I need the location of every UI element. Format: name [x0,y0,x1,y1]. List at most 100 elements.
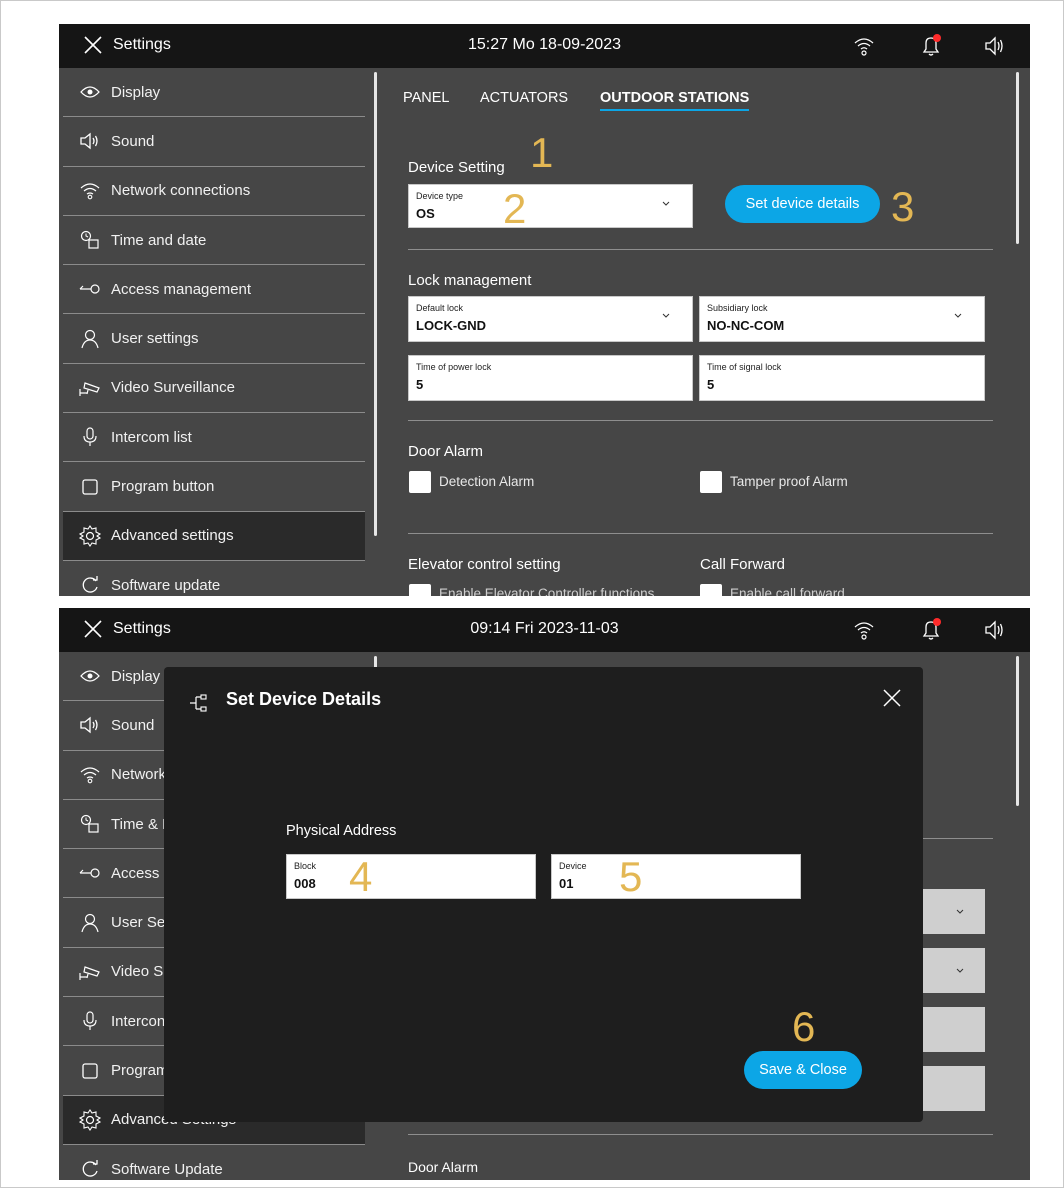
sidebar-item-label: Time and date [111,231,207,249]
wifi-icon[interactable] [853,35,875,57]
content-scrollbar[interactable] [1016,656,1019,806]
device-input[interactable]: Device 01 [551,854,801,899]
field-value: 01 [559,876,574,891]
divider [408,249,993,250]
sidebar-item-software[interactable]: Software Update [63,1145,365,1180]
sidebar-item-label: User Set [111,914,170,932]
speaker-icon [77,131,103,151]
call-forward-title: Call Forward [700,556,786,573]
camera-icon [77,378,103,398]
clock-calendar-icon [77,814,103,834]
power-lock-time-input[interactable]: Time of power lock 5 [408,355,693,401]
background-field [923,1007,985,1052]
key-icon [77,279,103,299]
sidebar-item-software[interactable]: Software update [63,561,365,596]
clock-date: 09:14 Fri 2023-11-03 [470,620,619,637]
tamper-alarm-label: Tamper proof Alarm [730,474,848,489]
content-scrollbar[interactable] [1016,72,1019,244]
top-bar: Settings 09:14 Fri 2023-11-03 [59,608,1030,652]
elevator-title: Elevator control setting [408,556,561,573]
wifi-icon [77,181,103,201]
save-and-close-button[interactable]: Save & Close [744,1051,862,1089]
door-alarm-title: Door Alarm [408,443,484,460]
refresh-icon [77,1159,103,1179]
sidebar-item-network[interactable]: Network connections [63,167,365,216]
divider [408,533,993,534]
sidebar-item-label: Software Update [111,1160,223,1178]
field-label: Time of signal lock [707,362,782,372]
lock-management-title: Lock management [408,272,532,289]
dialog-title: Set Device Details [226,689,382,709]
elevator-checkbox[interactable] [409,584,431,596]
call-forward-enable-label: Enable call forward [730,586,845,596]
close-icon[interactable] [883,689,901,707]
speaker-icon [77,715,103,735]
sidebar-item-label: Network connections [111,182,251,200]
sidebar-item-label: Display [111,83,161,101]
user-icon [77,329,103,349]
callout-1: 1 [530,129,554,176]
callout-2: 2 [503,185,527,232]
sidebar-item-label: Program button [111,478,215,496]
tab-actuators[interactable]: ACTUATORS [480,90,568,106]
signal-lock-time-input[interactable]: Time of signal lock 5 [699,355,985,401]
tab-panel[interactable]: PANEL [403,90,449,106]
elevator-enable-label: Enable Elevator Controller functions [439,586,655,596]
sidebar-item-user[interactable]: User settings [63,314,365,364]
bell-icon[interactable] [919,34,943,58]
sidebar-scrollbar[interactable] [374,72,377,536]
chevron-down-icon [954,313,962,318]
field-label: Block [294,861,317,871]
device-setting-title: Device Setting [408,159,505,176]
sidebar-item-program[interactable]: Program button [63,462,365,512]
detection-alarm-label: Detection Alarm [439,474,535,489]
microphone-icon [77,427,103,447]
background-field [923,889,985,934]
sidebar-item-sound[interactable]: Sound [63,117,365,167]
chevron-down-icon [956,968,964,973]
sidebar-item-time-date[interactable]: Time and date [63,216,365,266]
sidebar-item-access[interactable]: Access management [63,265,365,315]
sidebar-item-display[interactable]: Display [63,68,365,118]
field-label: Time of power lock [416,362,492,372]
set-device-details-button[interactable]: Set device details [725,185,880,223]
sidebar-item-label: Access management [111,280,252,298]
chevron-down-icon [662,201,670,206]
field-value: LOCK-GND [416,318,487,333]
callout-4: 4 [349,853,373,900]
subsidiary-lock-select[interactable]: Subsidiary lock NO-NC-COM [699,296,985,342]
sidebar-item-label: Software update [111,576,221,594]
field-label: Device type [416,191,464,201]
physical-address-label: Physical Address [286,823,397,839]
settings-sidebar: Display Sound Network connections Time a… [59,68,369,596]
device-type-select[interactable]: Device type OS [408,184,693,228]
speaker-icon[interactable] [983,35,1005,57]
block-input[interactable]: Block 008 [286,854,536,899]
eye-icon [77,82,103,102]
call-forward-checkbox[interactable] [700,584,722,596]
square-icon [77,477,103,497]
sidebar-item-label: Sound [111,132,155,150]
field-value: OS [416,206,435,221]
sidebar-item-video[interactable]: Video Surveillance [63,364,365,414]
detection-alarm-checkbox[interactable] [409,471,431,493]
field-value: 5 [707,377,715,392]
key-icon [77,863,103,883]
top-bar: Settings 15:27 Mo 18-09-2023 [59,24,1030,68]
wifi-icon [77,765,103,785]
sidebar-item-label: Sound [111,716,155,734]
sidebar-item-label: Video Su [111,963,172,981]
speaker-icon[interactable] [983,619,1005,641]
wifi-icon[interactable] [853,619,875,641]
chevron-down-icon [956,909,964,914]
field-label: Device [559,861,587,871]
bell-icon[interactable] [919,618,943,642]
sidebar-item-intercom[interactable]: Intercom list [63,413,365,463]
sidebar-item-advanced[interactable]: Advanced settings [63,511,365,561]
camera-icon [77,962,103,982]
user-icon [77,913,103,933]
tab-outdoor-stations[interactable]: OUTDOOR STATIONS [600,90,750,111]
default-lock-select[interactable]: Default lock LOCK-GND [408,296,693,342]
set-device-details-dialog: Set Device Details Physical Address Bloc… [164,667,923,1122]
tamper-alarm-checkbox[interactable] [700,471,722,493]
